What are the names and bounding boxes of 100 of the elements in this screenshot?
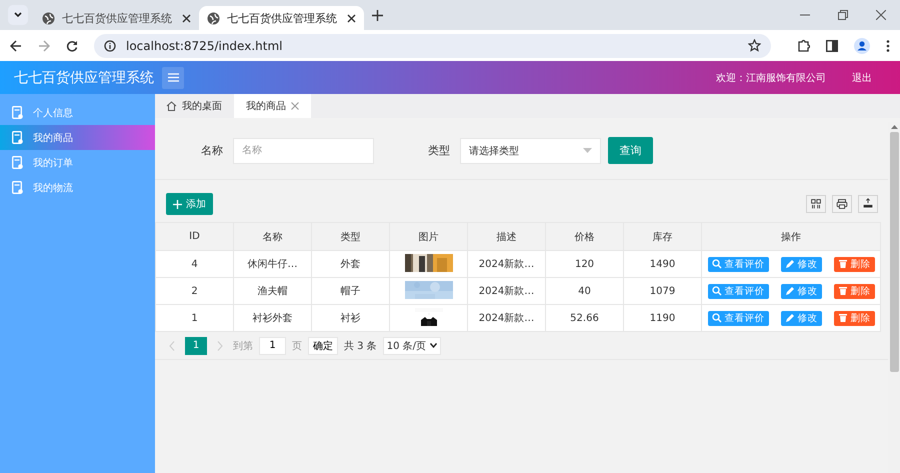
address-bar[interactable]: localhost:8725/index.html	[94, 34, 771, 58]
table-cell: 52.66	[546, 304, 624, 332]
star-icon[interactable]	[748, 39, 761, 52]
delete-button[interactable]: 删除	[834, 310, 874, 326]
globe-icon	[42, 12, 55, 24]
trash-icon	[838, 259, 848, 269]
table-cell: 衬衫	[312, 304, 390, 332]
browser-tab[interactable]: 七七百货供应管理系统	[199, 6, 364, 30]
more-icon[interactable]	[886, 40, 890, 52]
close-icon[interactable]	[347, 14, 356, 22]
table-cell: 2	[156, 278, 234, 304]
view-reviews-button[interactable]: 查看评价	[708, 284, 768, 298]
welcome-text: 欢迎：江南服饰有限公司	[716, 72, 826, 84]
delete-button[interactable]: 删除	[834, 256, 874, 272]
menu-button[interactable]	[162, 66, 184, 88]
tab-list-icon[interactable]	[8, 5, 28, 25]
table-cell: 衬衫外套	[234, 304, 312, 332]
table-cell: 2024新款…	[468, 250, 546, 278]
sidebar-item[interactable]: 个人信息	[0, 100, 155, 125]
column-header: 描述	[468, 222, 546, 250]
page-tab[interactable]: 我的商品	[234, 94, 311, 118]
pencil-icon	[784, 259, 794, 269]
logout-link[interactable]: 退出	[852, 70, 872, 84]
document-icon	[12, 131, 23, 144]
info-icon	[104, 40, 116, 52]
document-icon	[12, 156, 23, 169]
puzzle-icon[interactable]	[797, 39, 810, 52]
column-header: 名称	[234, 222, 312, 250]
name-field[interactable]: 名称	[233, 138, 374, 164]
type-dropdown[interactable]: 请选择类型	[460, 138, 601, 164]
column-header: 图片	[390, 222, 468, 250]
document-icon	[12, 106, 23, 119]
pencil-icon	[784, 286, 794, 296]
restore-icon[interactable]	[838, 10, 848, 20]
table-cell: 帽子	[312, 278, 390, 304]
trash-icon	[838, 286, 848, 296]
chevron-down-icon	[430, 343, 438, 348]
dropdown-arrow-icon	[583, 148, 592, 153]
delete-button[interactable]: 删除	[834, 284, 874, 298]
pager-label: 页	[292, 340, 302, 352]
search-icon	[712, 286, 722, 296]
table-cell: 外套	[312, 250, 390, 278]
column-header: ID	[156, 222, 234, 250]
new-tab-icon[interactable]	[372, 10, 383, 20]
view-reviews-button[interactable]: 查看评价	[708, 310, 768, 326]
add-button[interactable]: 添加	[166, 193, 213, 215]
page-size-select[interactable]: 10 条/页	[382, 336, 442, 354]
page-tab[interactable]: 我的桌面	[161, 94, 234, 118]
table-cell: 4	[156, 250, 234, 278]
page-button[interactable]: 1	[185, 336, 207, 354]
sidebar-item[interactable]: 我的商品	[0, 125, 155, 150]
columns-icon[interactable]	[806, 195, 826, 213]
table-cell: 1	[156, 304, 234, 332]
table-cell: 2024新款…	[468, 278, 546, 304]
export-icon[interactable]	[858, 195, 878, 213]
column-header: 价格	[546, 222, 624, 250]
table-cell: 休闲牛仔…	[234, 250, 312, 278]
query-button[interactable]: 查询	[608, 137, 653, 164]
column-header: 操作	[702, 222, 880, 250]
document-icon	[12, 181, 23, 194]
close-icon[interactable]	[876, 10, 886, 20]
edit-button[interactable]: 修改	[780, 284, 822, 298]
table-cell: 2024新款…	[468, 304, 546, 332]
table-cell: 1490	[624, 250, 702, 278]
scroll-up-icon[interactable]	[890, 125, 898, 129]
total-count: 共 3 条	[344, 340, 377, 352]
print-icon[interactable]	[832, 195, 852, 213]
menu-icon	[168, 73, 178, 82]
scrollbar-thumb[interactable]	[890, 132, 898, 372]
plus-icon	[173, 200, 182, 208]
home-icon	[166, 101, 177, 111]
page-input[interactable]: 1	[259, 336, 286, 354]
table-cell: 40	[546, 278, 624, 304]
table-cell: 1079	[624, 278, 702, 304]
confirm-button[interactable]: 确定	[308, 336, 338, 354]
search-icon	[712, 259, 722, 269]
pencil-icon	[784, 313, 794, 323]
sidebar-item[interactable]: 我的物流	[0, 175, 155, 200]
reload-icon[interactable]	[66, 40, 78, 52]
pager-label: 到第	[233, 340, 253, 352]
back-icon[interactable]	[10, 40, 22, 52]
close-icon[interactable]	[182, 14, 191, 22]
table-cell: 渔夫帽	[234, 278, 312, 304]
browser-tab[interactable]: 七七百货供应管理系统	[34, 6, 199, 30]
field-label: 名称	[201, 143, 223, 158]
app-title: 七七百货供应管理系统	[14, 68, 155, 86]
column-header: 类型	[312, 222, 390, 250]
globe-icon	[207, 12, 220, 24]
table-cell: 1190	[624, 304, 702, 332]
search-icon	[712, 313, 722, 323]
edit-button[interactable]: 修改	[780, 310, 822, 326]
sidebar-item[interactable]: 我的订单	[0, 150, 155, 175]
table-cell: 120	[546, 250, 624, 278]
field-label: 类型	[428, 143, 450, 158]
view-reviews-button[interactable]: 查看评价	[708, 256, 768, 272]
side-panel-icon[interactable]	[826, 40, 838, 52]
edit-button[interactable]: 修改	[780, 256, 822, 272]
profile-icon[interactable]	[854, 38, 870, 54]
trash-icon	[838, 313, 848, 323]
column-header: 库存	[624, 222, 702, 250]
